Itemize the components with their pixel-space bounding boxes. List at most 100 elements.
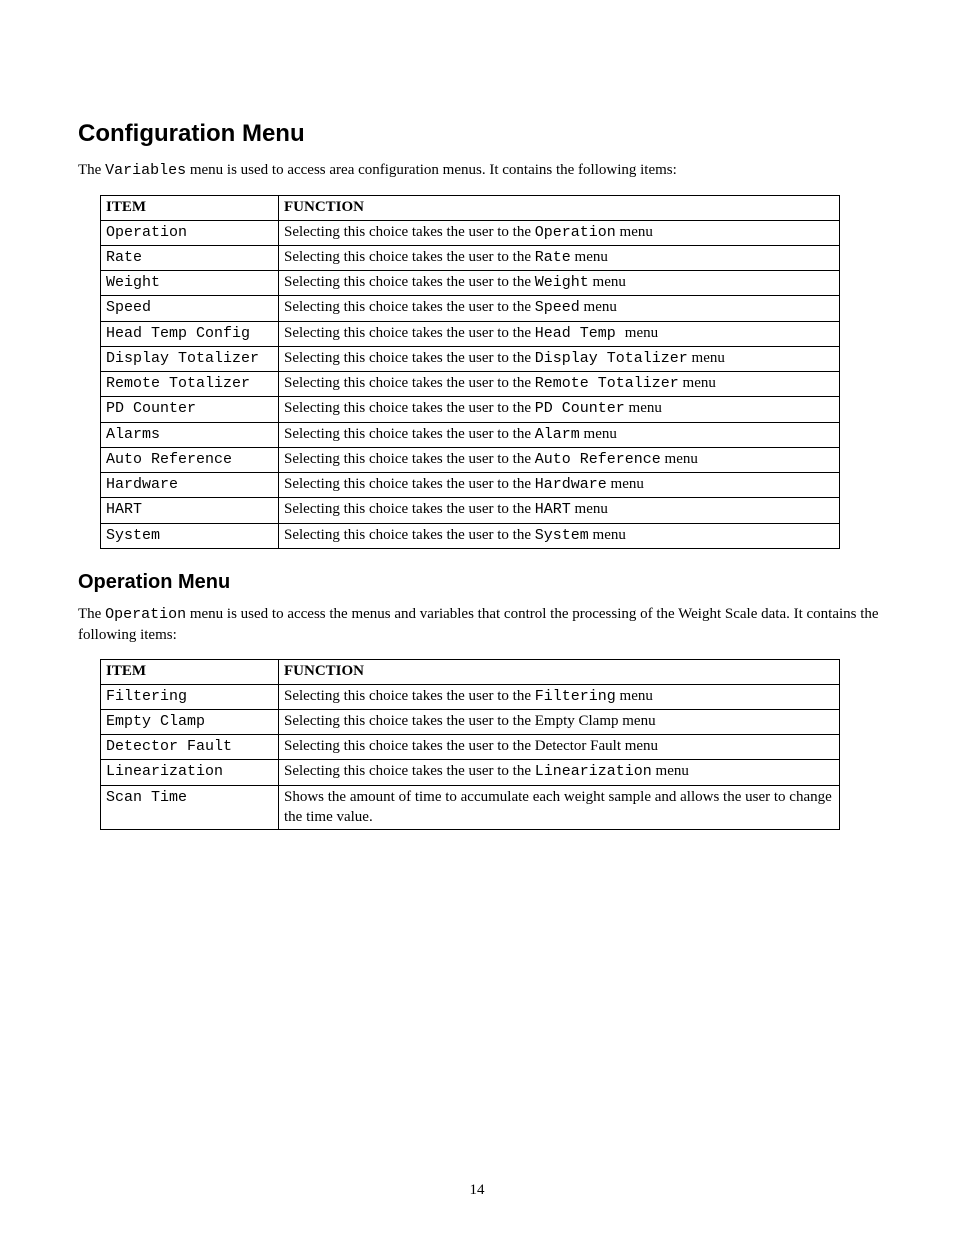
function-cell: Selecting this choice takes the user to … [279, 523, 840, 548]
item-cell: Weight [101, 271, 279, 296]
function-cell: Selecting this choice takes the user to … [279, 245, 840, 270]
operation-menu-table: ITEM FUNCTION FilteringSelecting this ch… [100, 659, 840, 830]
col-header-function: FUNCTION [279, 660, 840, 684]
function-text: menu [607, 476, 644, 492]
item-name: Display Totalizer [106, 350, 259, 367]
function-text: Selecting this choice takes the user to … [284, 274, 535, 290]
item-name: System [106, 527, 160, 544]
item-name: Auto Reference [106, 451, 232, 468]
function-text: menu [571, 501, 608, 517]
intro-text: menu is used to access the menus and var… [78, 606, 879, 643]
item-cell: Speed [101, 296, 279, 321]
table-header-row: ITEM FUNCTION [101, 660, 840, 684]
item-name: Filtering [106, 688, 187, 705]
item-name: Empty Clamp [106, 713, 205, 730]
table-row: Scan TimeShows the amount of time to acc… [101, 785, 840, 830]
item-name: Head Temp Config [106, 325, 250, 342]
item-cell: Scan Time [101, 785, 279, 830]
function-text: Selecting this choice takes the user to … [284, 501, 535, 517]
function-text: Selecting this choice takes the user to … [284, 224, 535, 240]
table-row: PD CounterSelecting this choice takes th… [101, 397, 840, 422]
function-text: Selecting this choice takes the user to … [284, 451, 535, 467]
col-header-item: ITEM [101, 196, 279, 220]
function-mono: Linearization [535, 763, 652, 780]
function-text: Shows the amount of time to accumulate e… [284, 789, 832, 825]
function-cell: Selecting this choice takes the user to … [279, 346, 840, 371]
function-text: Selecting this choice takes the user to … [284, 476, 535, 492]
function-mono: HART [535, 501, 571, 518]
intro-text: The [78, 162, 105, 178]
function-cell: Selecting this choice takes the user to … [279, 321, 840, 346]
section-title-operation-menu: Operation Menu [78, 571, 884, 594]
function-mono: Filtering [535, 688, 616, 705]
item-name: Alarms [106, 426, 160, 443]
table-row: Weight Selecting this choice takes the us… [101, 271, 840, 296]
function-text: Selecting this choice takes the user to … [284, 375, 535, 391]
table-row: HardwareSelecting this choice takes the … [101, 473, 840, 498]
table-row: Alarms Selecting this choice takes the us… [101, 422, 840, 447]
table-row: FilteringSelecting this choice takes the… [101, 684, 840, 709]
table-row: Auto ReferenceSelecting this choice take… [101, 447, 840, 472]
table-row: Rate Selecting this choice takes the user… [101, 245, 840, 270]
function-cell: Selecting this choice takes the user to … [279, 735, 840, 760]
function-cell: Selecting this choice takes the user to … [279, 271, 840, 296]
item-name: Rate [106, 249, 142, 266]
function-text: Selecting this choice takes the user to … [284, 400, 535, 416]
col-header-function: FUNCTION [279, 196, 840, 220]
function-cell: Selecting this choice takes the user to … [279, 372, 840, 397]
function-cell: Selecting this choice takes the user to … [279, 422, 840, 447]
function-cell: Selecting this choice takes the user to … [279, 473, 840, 498]
page-number: 14 [0, 1182, 954, 1199]
function-mono: Alarm [535, 426, 580, 443]
item-name: Operation [106, 224, 187, 241]
table-header-row: ITEM FUNCTION [101, 196, 840, 220]
function-text: menu [625, 325, 658, 341]
table-row: Detector Fault Selecting this choice take… [101, 735, 840, 760]
item-name: Remote Totalizer [106, 375, 250, 392]
table-row: System Selecting this choice takes the us… [101, 523, 840, 548]
function-text: Selecting this choice takes the user to … [284, 738, 658, 754]
function-text: Selecting this choice takes the user to … [284, 688, 535, 704]
function-mono: Head Temp [535, 325, 625, 342]
function-mono: Remote Totalizer [535, 375, 679, 392]
function-text: Selecting this choice takes the user to … [284, 350, 535, 366]
function-text: Selecting this choice takes the user to … [284, 527, 535, 543]
table-row: SpeedSelecting this choice takes the use… [101, 296, 840, 321]
item-cell: Alarms [101, 422, 279, 447]
function-cell: Selecting this choice takes the user to … [279, 709, 840, 734]
intro-text: The [78, 606, 105, 622]
table-row: Empty Clamp Selecting this choice takes t… [101, 709, 840, 734]
function-mono: Display Totalizer [535, 350, 688, 367]
section-title-configuration-menu: Configuration Menu [78, 120, 884, 148]
function-text: menu [616, 688, 653, 704]
function-text: menu [580, 426, 617, 442]
function-mono: Auto Reference [535, 451, 661, 468]
function-cell: Selecting this choice takes the user to … [279, 397, 840, 422]
function-cell: Selecting this choice takes the user to … [279, 760, 840, 785]
intro-mono: Variables [105, 162, 186, 179]
configuration-menu-intro: The Variables menu is used to access are… [78, 160, 884, 181]
item-name: Linearization [106, 763, 223, 780]
table-row: Remote TotalizerSelecting this choice ta… [101, 372, 840, 397]
function-mono: PD Counter [535, 400, 625, 417]
function-mono: Operation [535, 224, 616, 241]
table-row: HARTSelecting this choice takes the user… [101, 498, 840, 523]
item-name: Detector Fault [106, 738, 232, 755]
function-text: menu [688, 350, 725, 366]
function-mono: Speed [535, 299, 580, 316]
function-text: menu [589, 274, 626, 290]
item-name: PD Counter [106, 400, 196, 417]
function-text: menu [652, 763, 689, 779]
item-cell: PD Counter [101, 397, 279, 422]
item-cell: Auto Reference [101, 447, 279, 472]
function-text: menu [589, 527, 626, 543]
operation-menu-intro: The Operation menu is used to access the… [78, 604, 884, 646]
function-cell: Shows the amount of time to accumulate e… [279, 785, 840, 830]
function-cell: Selecting this choice takes the user to … [279, 684, 840, 709]
function-text: Selecting this choice takes the user to … [284, 713, 656, 729]
function-cell: Selecting this choice takes the user to … [279, 498, 840, 523]
function-cell: Selecting this choice takes the user to … [279, 220, 840, 245]
configuration-menu-table: ITEM FUNCTION OperationSelecting this ch… [100, 195, 840, 549]
function-text: Selecting this choice takes the user to … [284, 325, 535, 341]
col-header-item: ITEM [101, 660, 279, 684]
